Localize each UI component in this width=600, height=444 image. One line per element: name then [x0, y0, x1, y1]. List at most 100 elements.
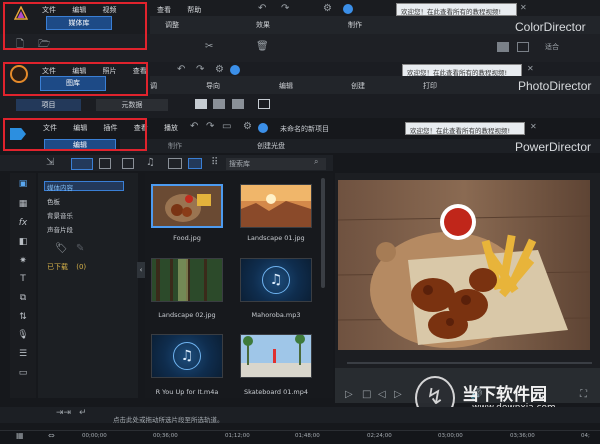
menu-view[interactable]: 查看 — [134, 124, 148, 132]
screen-icon[interactable]: ▭ — [222, 122, 231, 132]
chapter-icon[interactable]: ☰ — [17, 348, 29, 360]
mode-create-disc[interactable]: 创建光盘 — [257, 141, 285, 151]
close-notice-icon[interactable]: ✕ — [520, 4, 527, 12]
tree-item-color-boards[interactable]: 色板 — [47, 196, 60, 206]
menu-file[interactable]: 文件 — [42, 67, 56, 75]
list-view-icon[interactable] — [168, 158, 182, 169]
media-thumb-landscape-02[interactable] — [151, 258, 223, 302]
learning-icon[interactable] — [230, 65, 240, 75]
tutorial-notice[interactable]: 欢迎您！在此查看所有的教程视频! — [396, 3, 517, 16]
search-input[interactable]: 搜索库 — [226, 158, 326, 170]
menu-playback[interactable]: 播放 — [164, 124, 178, 132]
pip-icon[interactable]: ◧ — [17, 236, 29, 248]
mode-effects[interactable]: 效果 — [256, 20, 270, 30]
collapse-tree-button[interactable]: ‹ — [137, 262, 145, 278]
mode-adjust[interactable]: 调整 — [165, 20, 179, 30]
media-thumb-food[interactable] — [151, 184, 223, 228]
search-icon[interactable]: ⌕ — [314, 158, 318, 166]
open-folder-icon[interactable]: 🗁 — [38, 40, 50, 50]
learning-icon[interactable] — [343, 4, 353, 14]
mode-produce[interactable]: 制作 — [168, 141, 182, 151]
stop-icon[interactable]: □ — [362, 390, 371, 400]
grid-view-icon[interactable] — [188, 158, 202, 169]
mode-print[interactable]: 打印 — [423, 81, 437, 91]
menu-help[interactable]: 帮助 — [187, 6, 201, 14]
settings-icon[interactable]: ⚙ — [243, 122, 252, 132]
tab-media-library[interactable]: 媒体库 — [46, 16, 112, 30]
menu-view[interactable]: 查看 — [133, 67, 147, 75]
learning-icon[interactable] — [258, 123, 268, 133]
settings-icon[interactable]: ⚙ — [215, 65, 224, 75]
media-thumb-landscape-01[interactable] — [240, 184, 312, 228]
undo-icon[interactable]: ↶ — [177, 65, 185, 75]
view-toggle-icon[interactable] — [497, 42, 509, 52]
menu-edit[interactable]: 编辑 — [72, 67, 86, 75]
settings-icon[interactable]: ⚙ — [323, 4, 332, 14]
media-scrollbar[interactable] — [321, 178, 325, 288]
remove-tag-icon[interactable]: ✎ — [76, 244, 84, 254]
subtitle-icon[interactable]: ▭ — [17, 367, 29, 379]
fit-select[interactable]: 适合 — [545, 42, 559, 52]
delete-icon[interactable]: 🗑 — [256, 42, 269, 52]
media-thumb-skateboard[interactable] — [240, 334, 312, 378]
media-thumb-r-you-up[interactable]: ♫ — [151, 334, 223, 378]
tree-item-background-music[interactable]: 背景音乐 — [47, 210, 73, 220]
view-thumbs-icon[interactable] — [232, 99, 244, 109]
play-icon[interactable]: ▷ — [345, 390, 353, 400]
menu-plugins[interactable]: 插件 — [103, 124, 117, 132]
filter-music-icon[interactable]: ♫ — [146, 158, 155, 168]
effects-room-icon[interactable]: ▦ — [17, 198, 29, 210]
previous-frame-icon[interactable]: ◁ — [378, 390, 386, 400]
view-toggle-icon-2[interactable] — [517, 42, 529, 52]
timeline-zoom-icon[interactable]: ⇔ — [48, 432, 55, 440]
filter-video-icon[interactable] — [71, 158, 93, 170]
next-frame-icon[interactable]: ▷ — [394, 390, 402, 400]
mode-guided[interactable]: 导向 — [206, 81, 220, 91]
title-icon[interactable]: T — [17, 273, 29, 285]
tab-metadata[interactable]: 元数据 — [96, 99, 168, 111]
menu-dots-icon[interactable]: ⠿ — [211, 158, 218, 168]
mode-produce[interactable]: 制作 — [348, 20, 362, 30]
mode-edit[interactable]: 编辑 — [279, 81, 293, 91]
mode-create[interactable]: 创建 — [351, 81, 365, 91]
transition-icon[interactable]: ⧉ — [17, 292, 29, 304]
overlay-clip-icon[interactable]: ↵ — [79, 409, 87, 418]
view-grid-icon[interactable] — [195, 99, 207, 109]
tutorial-notice[interactable]: 欢迎您！在此查看所有的教程视频! — [405, 122, 525, 135]
fx-icon[interactable]: fx — [17, 217, 29, 229]
menu-photo[interactable]: 照片 — [102, 67, 116, 75]
tab-library[interactable]: 图库 — [40, 76, 106, 91]
insert-clip-icon[interactable]: ⇥⇥ — [56, 409, 71, 418]
crop-icon[interactable]: ✂ — [205, 42, 213, 52]
preview-seekbar[interactable] — [347, 362, 592, 364]
redo-icon[interactable]: ↷ — [196, 65, 204, 75]
menu-edit[interactable]: 编辑 — [73, 124, 87, 132]
menu-file[interactable]: 文件 — [42, 6, 56, 14]
import-icon[interactable]: ⇲ — [46, 158, 54, 168]
redo-icon[interactable]: ↷ — [281, 4, 289, 14]
menu-video[interactable]: 视频 — [102, 6, 116, 14]
media-thumb-mahoroba[interactable]: ♫ — [240, 258, 312, 302]
microphone-icon[interactable]: 🎙 — [17, 329, 29, 341]
menu-file[interactable]: 文件 — [43, 124, 57, 132]
particle-icon[interactable]: ✷ — [17, 255, 29, 267]
audio-mixer-icon[interactable]: ⇅ — [17, 311, 29, 323]
track-manager-icon[interactable]: ▦ — [16, 432, 24, 440]
tag-icon[interactable]: 🏷 — [55, 244, 68, 254]
media-room-icon[interactable]: ▣ — [17, 178, 29, 190]
filter-image-icon[interactable] — [99, 158, 111, 169]
fullscreen-icon[interactable]: ⛶ — [580, 390, 587, 400]
menu-view[interactable]: 查看 — [157, 6, 171, 14]
new-file-icon[interactable]: 🗋 — [16, 40, 24, 50]
undo-icon[interactable]: ↶ — [190, 122, 198, 132]
close-notice-icon[interactable]: ✕ — [530, 123, 537, 131]
redo-icon[interactable]: ↷ — [206, 122, 214, 132]
compare-icon[interactable] — [258, 99, 270, 109]
menu-edit[interactable]: 编辑 — [72, 6, 86, 14]
filter-photo-icon[interactable] — [122, 158, 134, 169]
view-filmstrip-icon[interactable] — [213, 99, 225, 109]
tab-edit[interactable]: 编辑 — [44, 139, 116, 151]
tree-item-media-content[interactable]: 媒体内容 — [47, 182, 73, 192]
tree-item-sound-clips[interactable]: 声音片段 — [47, 224, 73, 234]
mode-adjust[interactable]: 调 — [150, 81, 157, 91]
